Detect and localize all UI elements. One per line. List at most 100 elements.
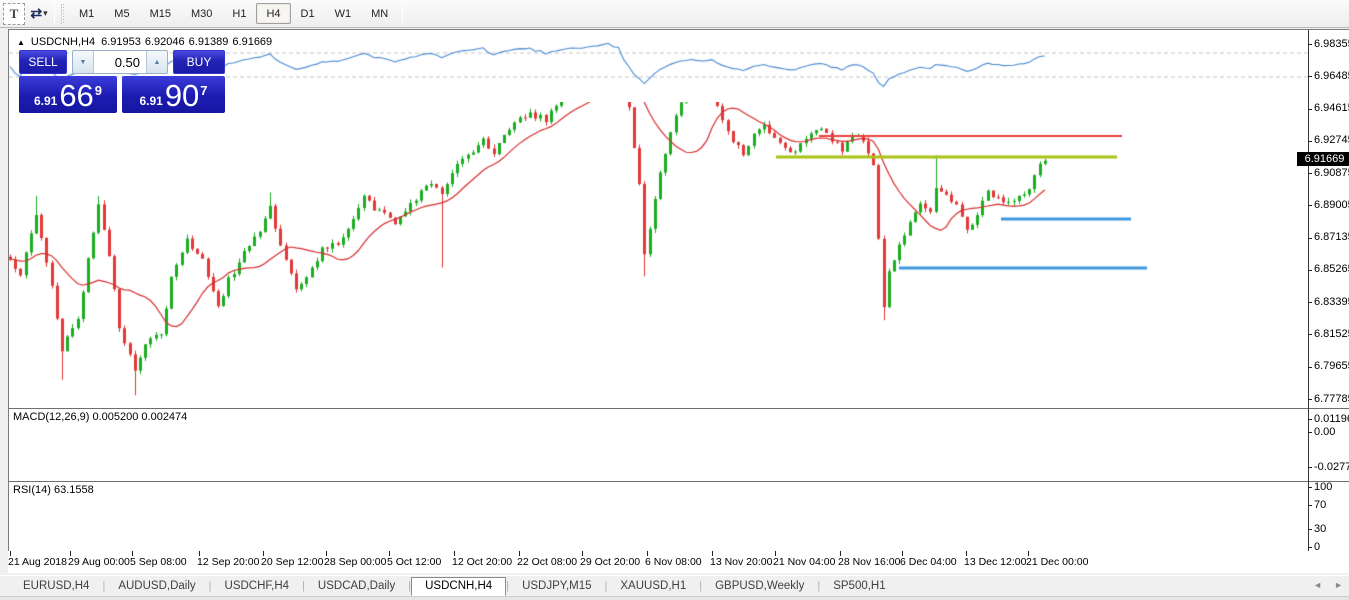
time-tick-label: 5 Sep 08:00: [130, 556, 187, 568]
time-tick-label: 21 Nov 04:00: [773, 556, 835, 568]
panel-separator[interactable]: [9, 408, 1349, 409]
time-tick-label: 13 Nov 20:00: [710, 556, 772, 568]
time-tick-label: 12 Sep 20:00: [197, 556, 259, 568]
tab-usdchf-h4[interactable]: USDCHF,H4: [212, 577, 303, 596]
toolbar-separator: [54, 3, 55, 25]
time-tick-mark: [775, 551, 776, 556]
price-tick-label: 6.94615: [1314, 102, 1349, 114]
timeframe-button-MN[interactable]: MN: [361, 3, 398, 24]
tab-xauusd-h1[interactable]: XAUUSD,H1: [607, 577, 699, 596]
ohlc-open: 6.91953: [101, 36, 141, 48]
macd-tick-label: 0.011968: [1314, 413, 1349, 425]
macd-tick-mark: [1308, 419, 1312, 420]
timeframe-button-D1[interactable]: D1: [291, 3, 325, 24]
price-tick-label: 6.98355: [1314, 38, 1349, 50]
panel-separator[interactable]: [9, 481, 1349, 482]
price-tick-label: 6.96485: [1314, 70, 1349, 82]
arrange-tool-button[interactable]: ⇄ ▾: [28, 3, 50, 25]
buy-price-prefix: 6.91: [139, 94, 162, 108]
rsi-tick-label: 70: [1314, 499, 1326, 511]
buy-quote-button[interactable]: 6.91 90 7: [122, 76, 225, 113]
status-strip: [0, 596, 1349, 600]
volume-up-icon: ▲: [154, 59, 161, 66]
chart-symbol-label: USDCNH,H4: [31, 36, 95, 48]
ohlc-high: 6.92046: [145, 36, 185, 48]
volume-stepper: ▼ ▲: [72, 50, 168, 74]
price-tick-label: 6.83395: [1314, 296, 1349, 308]
timeframe-button-M5[interactable]: M5: [104, 3, 139, 24]
time-tick-label: 28 Nov 16:00: [838, 556, 900, 568]
tab-eurusd-h4[interactable]: EURUSD,H4: [10, 577, 102, 596]
tab-sp500-h1[interactable]: SP500,H1: [820, 577, 898, 596]
macd-tick-mark: [1308, 467, 1312, 468]
text-tool-icon[interactable]: T: [3, 3, 25, 25]
macd-tick-label: 0.00: [1314, 426, 1335, 438]
tab-usdcad-daily[interactable]: USDCAD,Daily: [305, 577, 408, 596]
top-toolbar: T ⇄ ▾ M1M5M15M30H1H4D1W1MN: [0, 0, 1349, 28]
sell-quote-button[interactable]: 6.91 66 9: [19, 76, 117, 113]
volume-down-button[interactable]: ▼: [73, 51, 94, 73]
tab-audusd-daily[interactable]: AUDUSD,Daily: [105, 577, 208, 596]
volume-up-button[interactable]: ▲: [146, 51, 167, 73]
time-tick-mark: [902, 551, 903, 556]
sell-price-prefix: 6.91: [34, 94, 57, 108]
ohlc-low: 6.91389: [189, 36, 229, 48]
buy-button[interactable]: BUY: [173, 50, 225, 74]
time-tick-mark: [10, 551, 11, 556]
sell-price-sup: 9: [95, 83, 102, 98]
buy-price-big: 90: [165, 81, 199, 111]
price-tick-mark: [1308, 44, 1312, 45]
rsi-tick-mark: [1308, 487, 1312, 488]
toolbar-grip-handle[interactable]: [61, 4, 65, 24]
price-tick-mark: [1308, 76, 1312, 77]
price-tick-label: 6.79655: [1314, 360, 1349, 372]
volume-down-icon: ▼: [80, 59, 87, 66]
volume-input[interactable]: [94, 51, 146, 73]
price-tick-label: 6.85265: [1314, 263, 1349, 275]
timeframe-bar: M1M5M15M30H1H4D1W1MN: [69, 3, 398, 24]
tab-usdjpy-m15[interactable]: USDJPY,M15: [509, 577, 604, 596]
timeframe-button-M15[interactable]: M15: [140, 3, 181, 24]
time-tick-mark: [454, 551, 455, 556]
time-tick-mark: [263, 551, 264, 556]
timeframe-button-W1[interactable]: W1: [325, 3, 362, 24]
time-tick-label: 29 Oct 20:00: [580, 556, 640, 568]
time-axis[interactable]: 21 Aug 201829 Aug 00:005 Sep 08:0012 Sep…: [8, 551, 1349, 573]
timeframe-button-M30[interactable]: M30: [181, 3, 222, 24]
time-tick-mark: [326, 551, 327, 556]
tab-gbpusd-weekly[interactable]: GBPUSD,Weekly: [702, 577, 817, 596]
timeframe-button-M1[interactable]: M1: [69, 3, 104, 24]
price-tick-label: 6.87135: [1314, 231, 1349, 243]
arrange-arrows-icon: ⇄: [30, 5, 41, 22]
time-tick-label: 6 Dec 04:00: [900, 556, 957, 568]
sell-button[interactable]: SELL: [19, 50, 67, 74]
macd-tick-label: -0.027758: [1314, 461, 1349, 473]
time-tick-mark: [582, 551, 583, 556]
time-tick-mark: [132, 551, 133, 556]
time-tick-label: 13 Dec 12:00: [964, 556, 1026, 568]
price-tick-mark: [1308, 109, 1312, 110]
rsi-tick-mark: [1308, 529, 1312, 530]
tab-scroll-left-icon[interactable]: ◄: [1313, 580, 1322, 590]
time-tick-mark: [712, 551, 713, 556]
chevron-down-icon: ▾: [43, 8, 48, 19]
timeframe-button-H4[interactable]: H4: [256, 3, 290, 24]
time-tick-label: 5 Oct 12:00: [387, 556, 441, 568]
timeframe-button-H1[interactable]: H1: [222, 3, 256, 24]
time-tick-mark: [389, 551, 390, 556]
time-tick-label: 28 Sep 00:00: [324, 556, 386, 568]
price-tick-mark: [1308, 141, 1312, 142]
time-tick-mark: [966, 551, 967, 556]
tab-usdcnh-h4[interactable]: USDCNH,H4: [411, 577, 506, 596]
macd-tick-mark: [1308, 432, 1312, 433]
price-tick-label: 6.89005: [1314, 199, 1349, 211]
rsi-tick-mark: [1308, 505, 1312, 506]
time-tick-label: 21 Dec 00:00: [1026, 556, 1088, 568]
time-tick-mark: [840, 551, 841, 556]
time-tick-label: 20 Sep 12:00: [261, 556, 323, 568]
price-tick-label: 6.77785: [1314, 393, 1349, 405]
rsi-tick-mark: [1308, 547, 1312, 548]
tab-scroll-right-icon[interactable]: ►: [1334, 580, 1343, 590]
collapse-chart-icon[interactable]: ▲: [17, 38, 25, 47]
toolbar-separator: [402, 3, 403, 25]
